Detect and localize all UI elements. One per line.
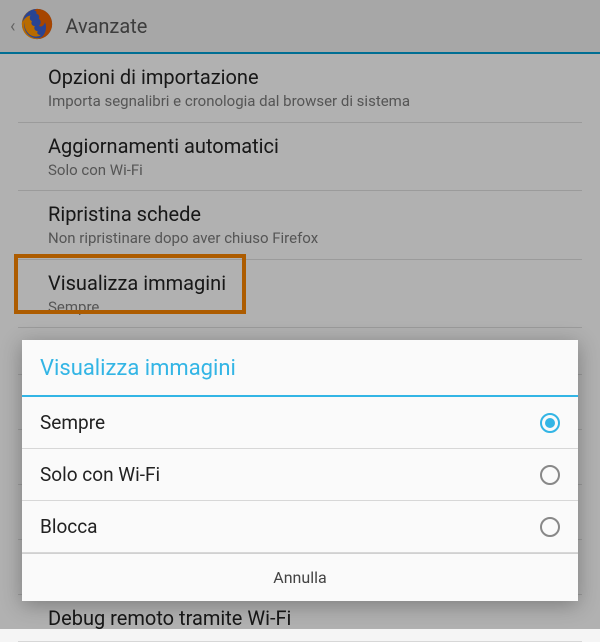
- option-wifi-only[interactable]: Solo con Wi-Fi: [22, 449, 578, 501]
- settings-screen: ‹ Avanzate Opzioni di importazione Impor…: [0, 0, 600, 629]
- option-label: Sempre: [40, 411, 105, 434]
- radio-icon: [540, 413, 560, 433]
- cancel-button[interactable]: Annulla: [22, 553, 578, 601]
- radio-icon: [540, 465, 560, 485]
- dialog-title: Visualizza immagini: [22, 340, 578, 397]
- show-images-dialog: Visualizza immagini Sempre Solo con Wi-F…: [22, 340, 578, 601]
- option-label: Blocca: [40, 515, 98, 538]
- option-always[interactable]: Sempre: [22, 397, 578, 449]
- radio-icon: [540, 517, 560, 537]
- option-label: Solo con Wi-Fi: [40, 463, 160, 486]
- option-block[interactable]: Blocca: [22, 501, 578, 553]
